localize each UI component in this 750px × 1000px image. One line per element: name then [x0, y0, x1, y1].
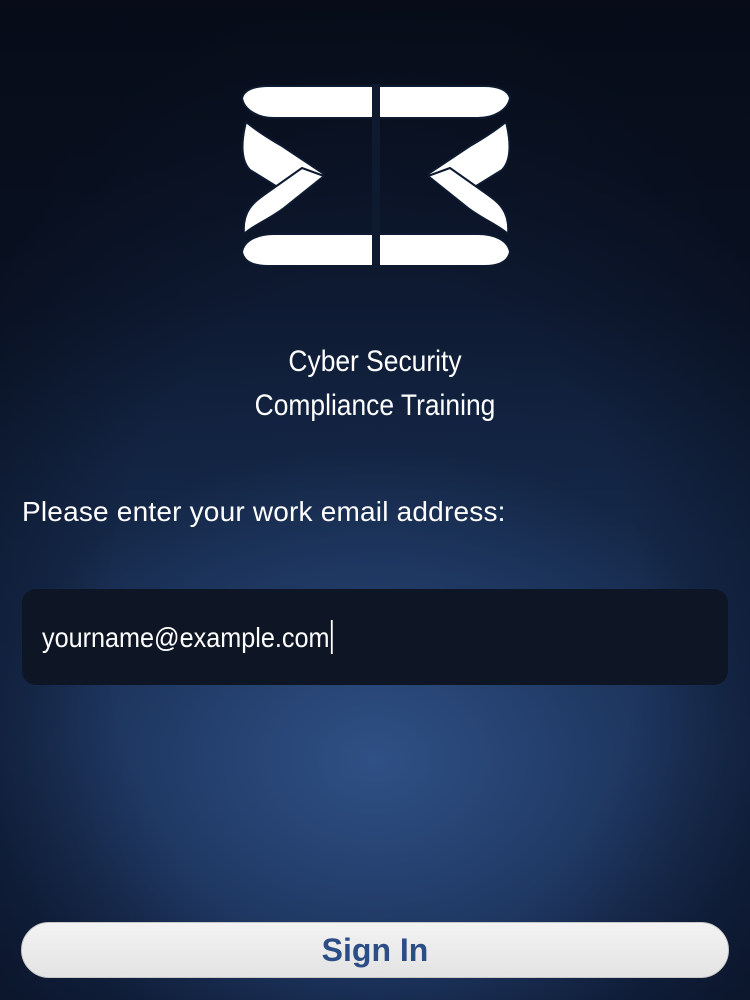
email-text: yourname@example.com — [42, 622, 330, 653]
email-prompt-label: Please enter your work email address: — [22, 496, 506, 527]
email-input[interactable]: yourname@example.com — [22, 589, 728, 685]
app-title-line-2: Compliance Training — [254, 389, 496, 422]
app-title: Cyber Security Compliance Training — [45, 340, 705, 428]
app-logo-icon — [238, 84, 514, 268]
text-caret — [331, 620, 334, 654]
sign-in-button[interactable]: Sign In — [21, 922, 729, 978]
login-screen: Cyber Security Compliance Training Pleas… — [0, 0, 750, 1000]
app-title-line-1: Cyber Security — [288, 345, 462, 378]
email-input-value[interactable]: yourname@example.com — [42, 620, 334, 654]
